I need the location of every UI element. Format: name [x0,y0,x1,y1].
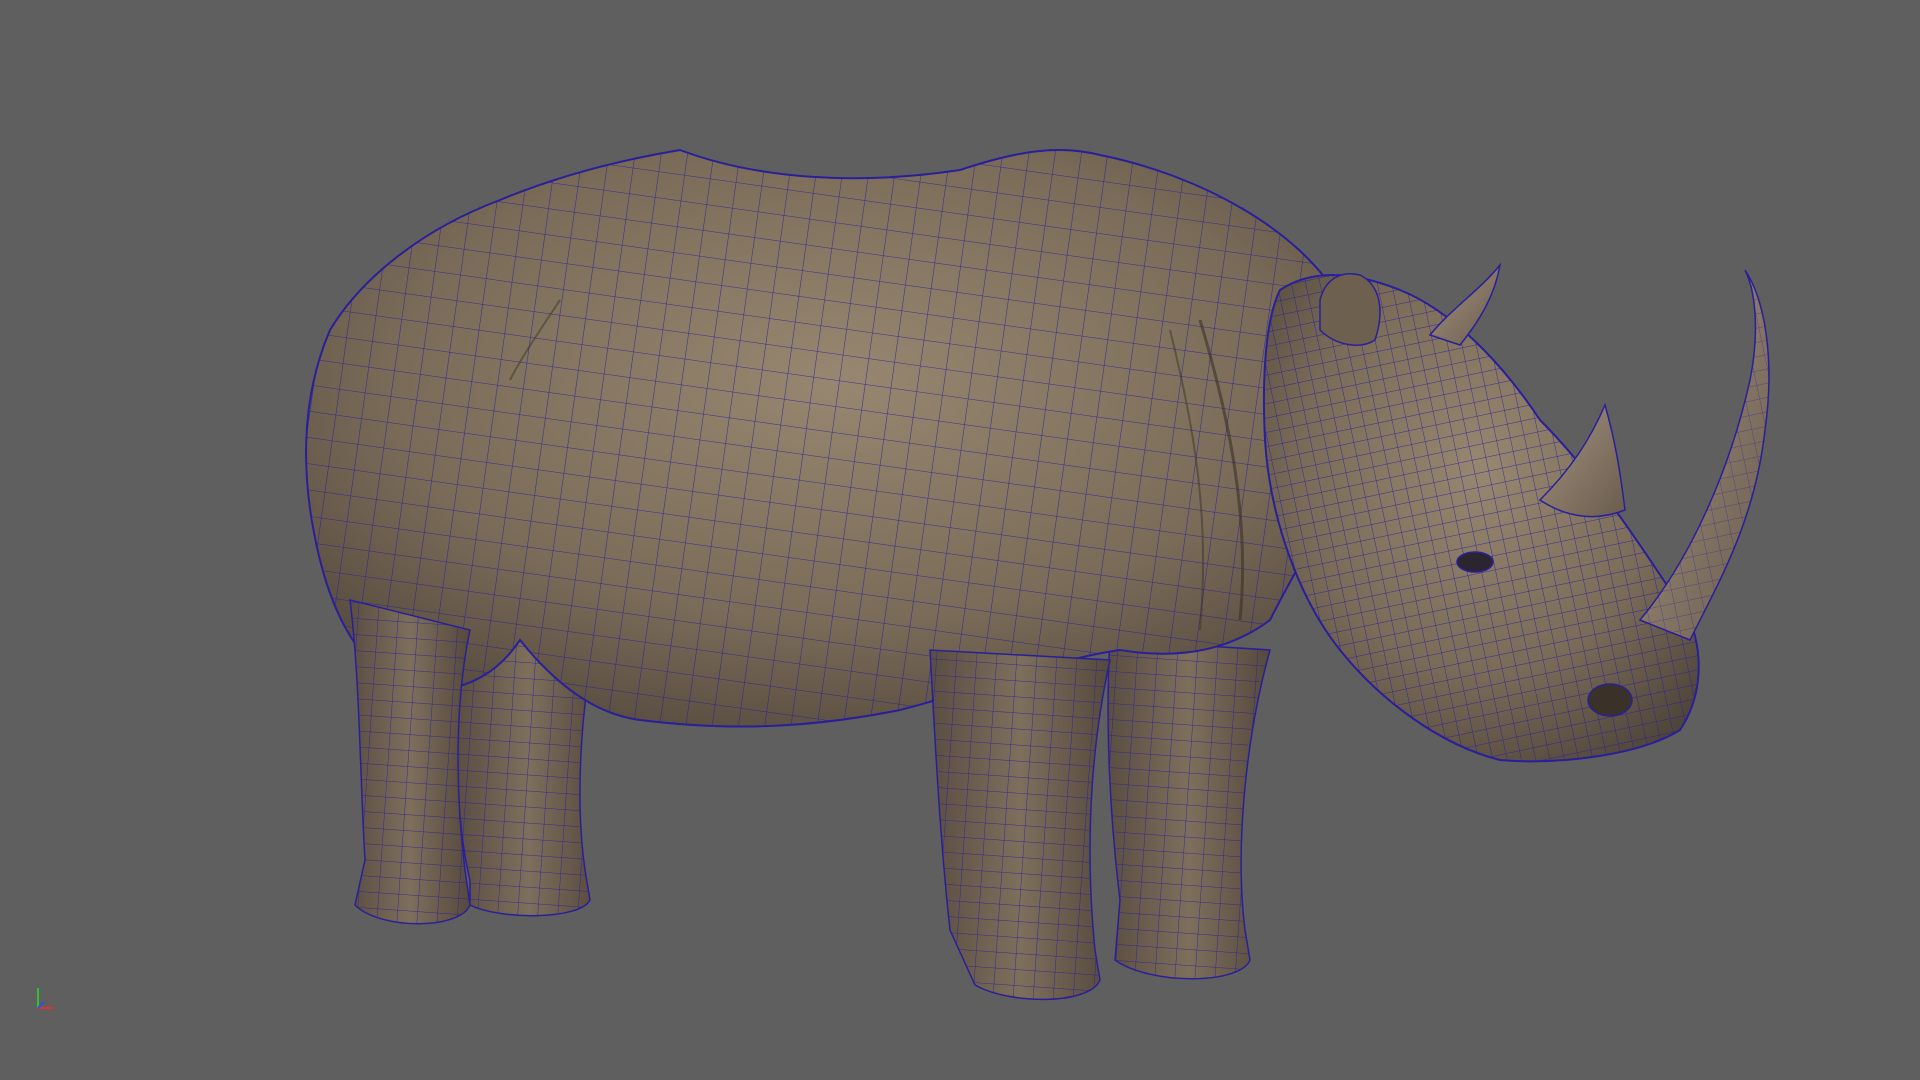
rhino-nostril [1587,683,1633,717]
rhino-eye [1456,551,1494,573]
front-near-leg [929,649,1111,1001]
front-far-leg [1107,639,1271,980]
rhino-model-svg [305,148,1770,1001]
rhino-model[interactable] [0,0,1920,1080]
axis-gizmo-icon [30,978,70,1018]
rear-near-leg [349,599,471,925]
3d-viewport[interactable] [0,0,1920,1080]
rhino-head [1262,262,1700,763]
